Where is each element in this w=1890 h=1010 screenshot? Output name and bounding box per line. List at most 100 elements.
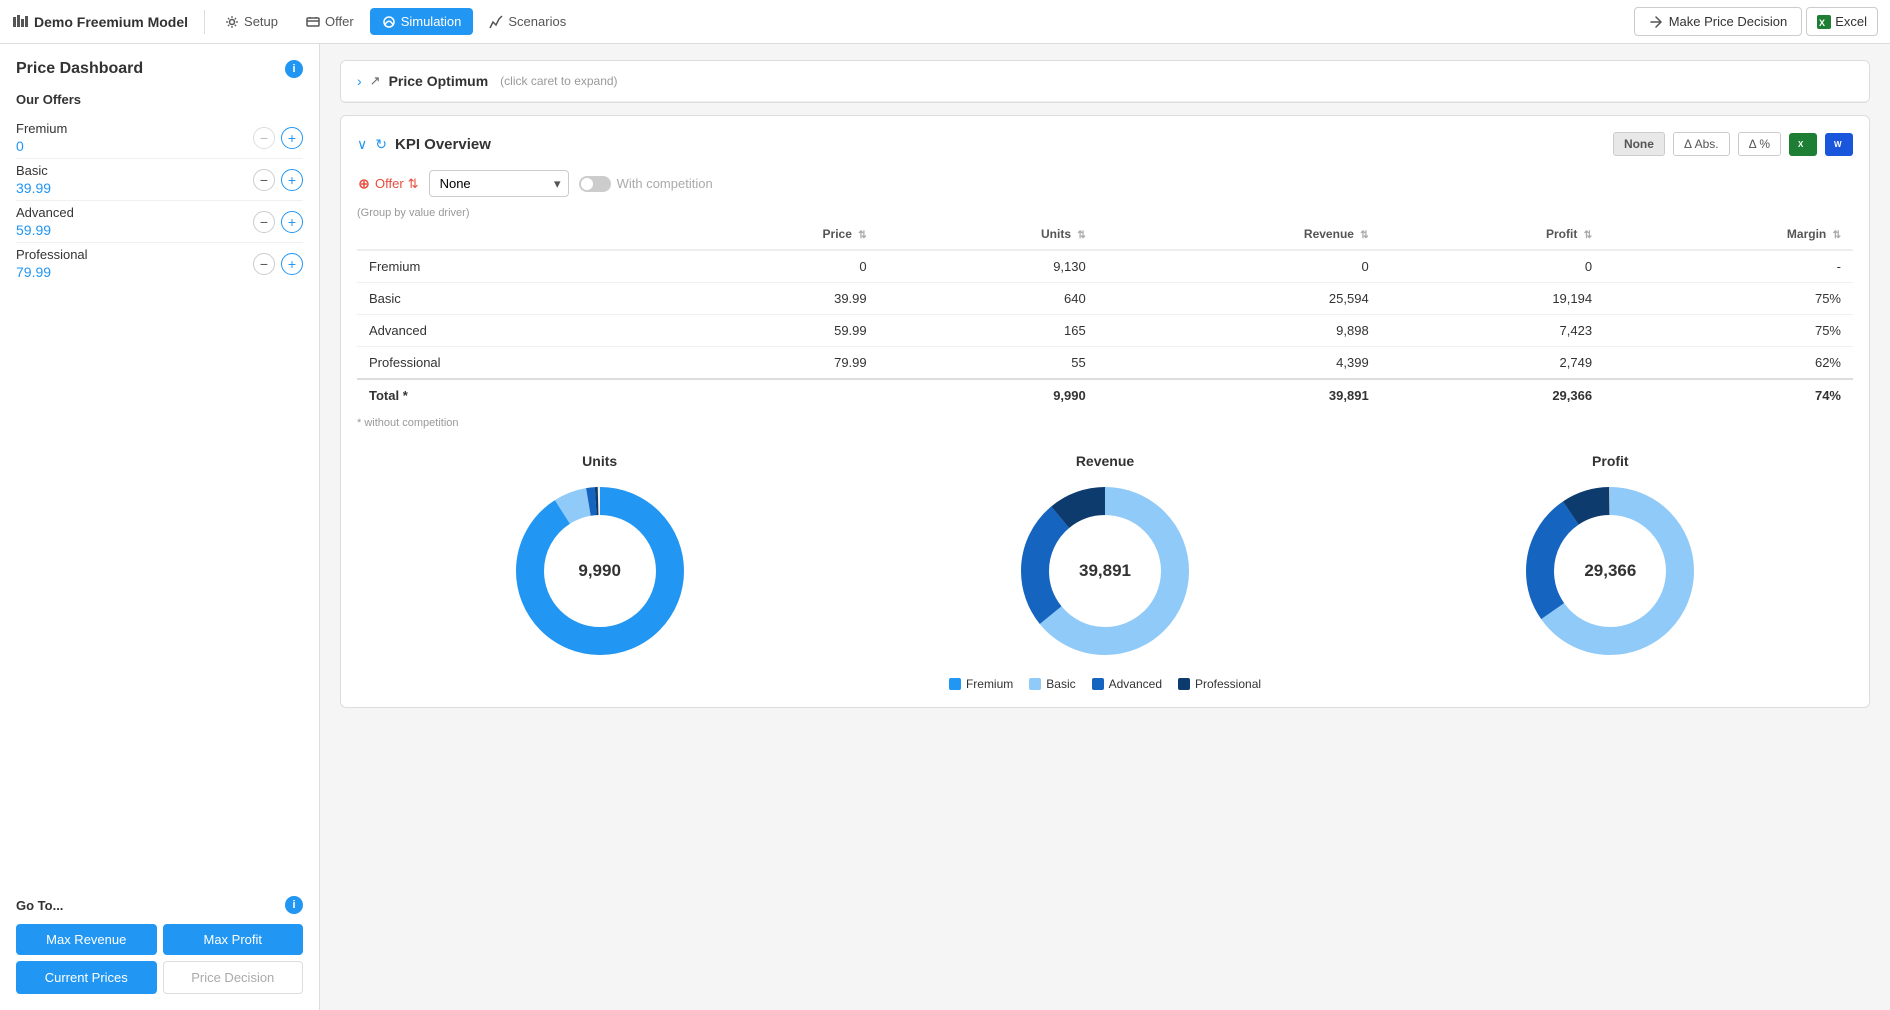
sidebar-info-icon[interactable]: i: [285, 60, 303, 78]
col-margin: Margin ⇅: [1604, 219, 1853, 250]
legend-dot: [1029, 678, 1041, 690]
increment-basic[interactable]: +: [281, 169, 303, 191]
trend-icon: ↗: [370, 73, 381, 89]
our-offers-label: Our Offers: [16, 92, 303, 107]
legend-label: Basic: [1046, 677, 1075, 691]
offer-filter[interactable]: Offer ⇅: [357, 176, 419, 192]
nav-setup[interactable]: Setup: [213, 8, 290, 35]
legend-label: Professional: [1195, 677, 1261, 691]
offer-price-fremium: 0: [16, 138, 67, 154]
revenue-sort-icon[interactable]: ⇅: [1360, 230, 1368, 241]
units-sort-icon[interactable]: ⇅: [1077, 230, 1085, 241]
charts-row: Units 9,990: [357, 453, 1853, 661]
row-profit-3: 2,749: [1381, 347, 1604, 380]
kpi-table-row: Advanced 59.99 165 9,898 7,423 75%: [357, 315, 1853, 347]
goto-max-revenue[interactable]: Max Revenue: [16, 924, 157, 955]
offer-name-advanced: Advanced: [16, 205, 74, 220]
price-optimum-label: Price Optimum: [389, 73, 489, 89]
row-offer-3: Professional: [357, 347, 662, 380]
offer-filter-label: Offer: [375, 176, 404, 191]
offer-icon: [306, 15, 320, 29]
row-revenue-0: 0: [1098, 250, 1381, 283]
competition-toggle-track[interactable]: [579, 176, 611, 192]
profit-sort-icon[interactable]: ⇅: [1584, 230, 1592, 241]
goto-price-decision[interactable]: Price Decision: [163, 961, 304, 994]
units-donut: 9,990: [510, 481, 690, 661]
price-optimum-header[interactable]: › ↗ Price Optimum (click caret to expand…: [341, 61, 1869, 102]
offer-price-professional: 79.99: [16, 264, 88, 280]
legend-label: Advanced: [1109, 677, 1162, 691]
legend-dot: [1092, 678, 1104, 690]
legend-item: Professional: [1178, 677, 1261, 691]
price-optimum-hint: (click caret to expand): [500, 74, 617, 88]
excel-icon: X: [1817, 15, 1831, 29]
make-price-decision-button[interactable]: Make Price Decision: [1634, 7, 1803, 36]
logo-icon: [12, 14, 28, 30]
total-revenue: 39,891: [1098, 379, 1381, 411]
kpi-export-excel[interactable]: X: [1789, 133, 1817, 156]
total-units: 9,990: [879, 379, 1098, 411]
offer-item-advanced: Advanced 59.99 − +: [16, 201, 303, 243]
offer-list: Fremium 0 − + Basic 39.99 − +: [16, 117, 303, 284]
increment-advanced[interactable]: +: [281, 211, 303, 233]
group-by-select[interactable]: None: [429, 170, 569, 197]
decrement-professional[interactable]: −: [253, 253, 275, 275]
total-price: [662, 379, 879, 411]
kpi-table-row: Professional 79.99 55 4,399 2,749 62%: [357, 347, 1853, 380]
offer-item-professional: Professional 79.99 − +: [16, 243, 303, 284]
kpi-btn-pct[interactable]: Δ %: [1738, 132, 1781, 156]
offer-price-basic: 39.99: [16, 180, 51, 196]
kpi-btn-none[interactable]: None: [1613, 132, 1665, 156]
row-profit-1: 19,194: [1381, 283, 1604, 315]
margin-sort-icon[interactable]: ⇅: [1833, 230, 1841, 241]
svg-text:X: X: [1798, 140, 1804, 149]
decrement-fremium[interactable]: −: [253, 127, 275, 149]
sidebar: Price Dashboard i Our Offers Fremium 0 −…: [0, 44, 320, 1010]
kpi-export-word[interactable]: W: [1825, 133, 1853, 156]
total-label: Total *: [357, 379, 662, 411]
nav-simulation[interactable]: Simulation: [370, 8, 474, 35]
kpi-table-row: Basic 39.99 640 25,594 19,194 75%: [357, 283, 1853, 315]
excel-button[interactable]: X Excel: [1806, 7, 1878, 36]
nav-setup-label: Setup: [244, 14, 278, 29]
kpi-table: Price ⇅ Units ⇅ Revenue ⇅ Profit: [357, 219, 1853, 411]
kpi-total-row: Total * 9,990 39,891 29,366 74%: [357, 379, 1853, 411]
offer-item-fremium: Fremium 0 − +: [16, 117, 303, 159]
goto-info-icon[interactable]: i: [285, 896, 303, 914]
nav-offer[interactable]: Offer: [294, 8, 366, 35]
col-units: Units ⇅: [879, 219, 1098, 250]
sidebar-title: Price Dashboard: [16, 60, 143, 78]
excel-label: Excel: [1835, 14, 1867, 29]
goto-grid: Max Revenue Max Profit Current Prices Pr…: [16, 924, 303, 994]
increment-professional[interactable]: +: [281, 253, 303, 275]
decrement-basic[interactable]: −: [253, 169, 275, 191]
goto-label: Go To...: [16, 898, 63, 913]
chevron-right-icon[interactable]: ›: [357, 73, 362, 89]
competition-label: With competition: [617, 176, 713, 191]
units-chart-title: Units: [357, 453, 842, 469]
increment-fremium[interactable]: +: [281, 127, 303, 149]
price-sort-icon[interactable]: ⇅: [858, 230, 866, 241]
revenue-center-value: 39,891: [1079, 561, 1131, 581]
kpi-btn-abs[interactable]: Δ Abs.: [1673, 132, 1730, 156]
kpi-refresh-icon[interactable]: ↻: [375, 136, 387, 153]
main-content: › ↗ Price Optimum (click caret to expand…: [320, 44, 1890, 1010]
group-by-wrapper: None: [429, 170, 569, 197]
profit-chart-title: Profit: [1368, 453, 1853, 469]
units-chart: Units 9,990: [357, 453, 842, 661]
decrement-advanced[interactable]: −: [253, 211, 275, 233]
goto-max-profit[interactable]: Max Profit: [163, 924, 304, 955]
goto-current-prices[interactable]: Current Prices: [16, 961, 157, 994]
row-revenue-2: 9,898: [1098, 315, 1381, 347]
word-small-icon: W: [1833, 137, 1845, 149]
offer-controls-basic: − +: [253, 169, 303, 191]
row-profit-2: 7,423: [1381, 315, 1604, 347]
nav-scenarios[interactable]: Scenarios: [477, 8, 578, 35]
make-price-decision-label: Make Price Decision: [1669, 14, 1788, 29]
offer-name-professional: Professional: [16, 247, 88, 262]
row-price-3: 79.99: [662, 347, 879, 380]
row-revenue-3: 4,399: [1098, 347, 1381, 380]
profit-donut: 29,366: [1520, 481, 1700, 661]
kpi-collapse-icon[interactable]: ∨: [357, 136, 367, 153]
offer-price-advanced: 59.99: [16, 222, 74, 238]
